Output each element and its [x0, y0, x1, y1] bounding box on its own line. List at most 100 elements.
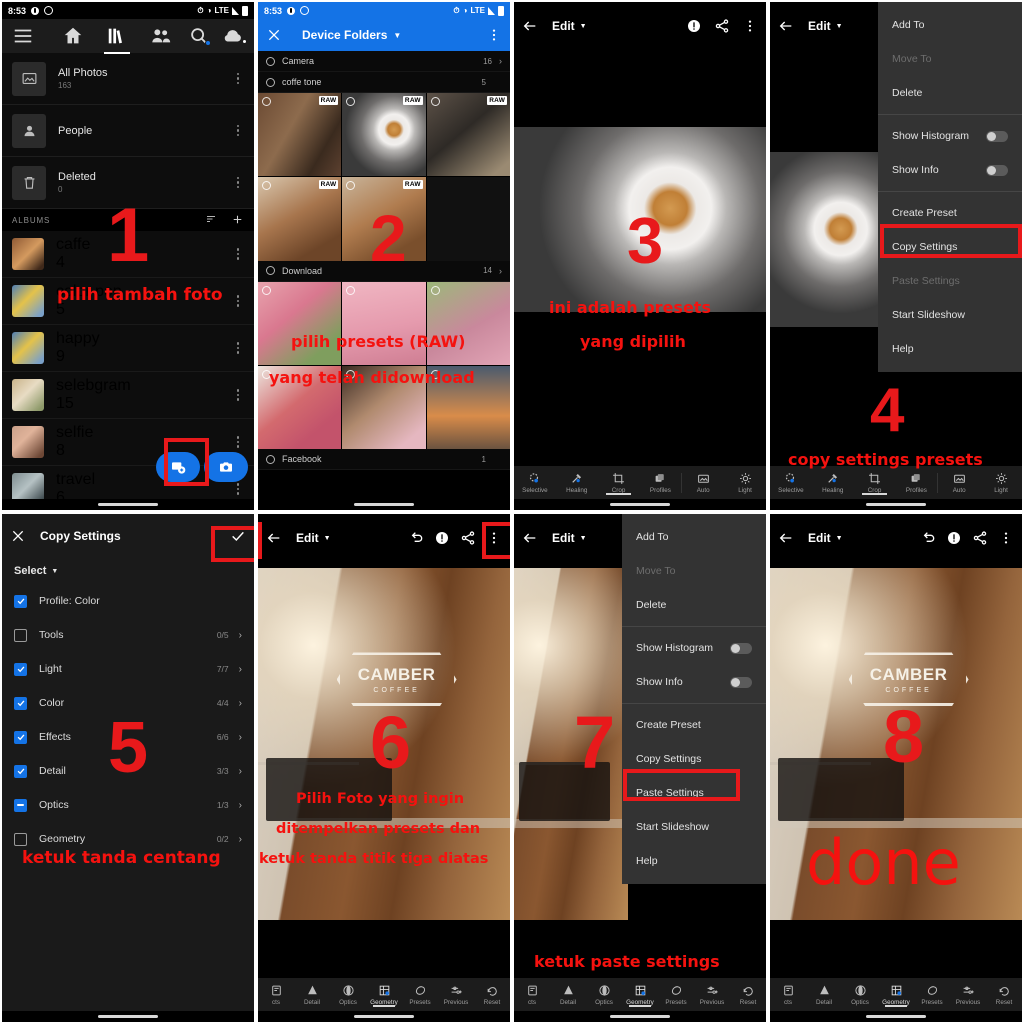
info-icon[interactable] — [946, 530, 962, 546]
folder-row-facebook[interactable]: Facebook 1 — [258, 449, 510, 471]
home-icon[interactable] — [62, 25, 84, 47]
toggle-switch[interactable] — [986, 164, 1008, 176]
tool-geometry[interactable]: Geometry — [622, 984, 658, 1007]
tool-previous[interactable]: Previous — [438, 984, 474, 1006]
nav-pill[interactable] — [866, 503, 926, 506]
tool-light[interactable]: Light — [724, 472, 766, 494]
info-icon[interactable] — [434, 530, 450, 546]
chevron-right-icon[interactable]: › — [239, 800, 242, 811]
photo-thumbnail[interactable] — [258, 281, 342, 366]
tool-optics[interactable]: Optics — [586, 984, 622, 1006]
tool-presets[interactable]: Presets — [914, 984, 950, 1006]
overflow-menu-icon[interactable] — [998, 530, 1014, 546]
checkbox-checked-icon[interactable] — [14, 662, 27, 676]
dropdown-caret-icon[interactable]: ▼ — [393, 31, 401, 40]
nav-pill[interactable] — [610, 1015, 670, 1018]
row-overflow-icon[interactable] — [232, 71, 244, 87]
chevron-right-icon[interactable]: › — [499, 56, 502, 66]
setting-row-profile-color[interactable]: Profile: Color — [2, 584, 254, 618]
chevron-right-icon[interactable]: › — [239, 732, 242, 743]
undo-icon[interactable] — [920, 530, 936, 546]
folder-radio-icon[interactable] — [266, 266, 275, 276]
dropdown-caret-icon[interactable]: ▼ — [324, 535, 331, 542]
overflow-menu-icon[interactable] — [742, 18, 758, 34]
row-overflow-icon[interactable] — [232, 123, 244, 139]
photo-thumbnail[interactable] — [426, 281, 510, 366]
tool-optics[interactable]: Optics — [842, 984, 878, 1006]
dropdown-caret-icon[interactable]: ▼ — [836, 23, 843, 30]
checkbox-unchecked-icon[interactable] — [14, 628, 27, 642]
tool-healing[interactable]: Healing — [556, 472, 598, 494]
chevron-right-icon[interactable]: › — [239, 766, 242, 777]
add-album-icon[interactable] — [231, 213, 244, 228]
menu-item-add-to[interactable]: Add To — [878, 8, 1022, 42]
album-overflow-icon[interactable] — [232, 481, 244, 497]
search-icon[interactable] — [188, 25, 211, 47]
tool-profiles[interactable]: Profiles — [895, 472, 937, 494]
back-arrow-icon[interactable] — [778, 530, 794, 546]
tool-presets[interactable]: Presets — [658, 984, 694, 1006]
chevron-right-icon[interactable]: › — [239, 630, 242, 641]
photo-thumbnail[interactable]: RAW — [342, 93, 426, 177]
select-radio-icon[interactable] — [346, 181, 356, 191]
close-icon[interactable] — [266, 27, 282, 43]
select-radio-icon[interactable] — [346, 285, 356, 295]
chevron-right-icon[interactable]: › — [239, 834, 242, 845]
checkbox-checked-icon[interactable] — [14, 730, 27, 744]
tool-effects[interactable]: cts — [258, 984, 294, 1006]
tool-crop[interactable]: Crop — [598, 472, 640, 495]
tool-profiles[interactable]: Profiles — [639, 472, 681, 494]
tool-selective[interactable]: Selective — [770, 472, 812, 494]
tool-detail[interactable]: Detail — [294, 984, 330, 1006]
tool-crop[interactable]: Crop — [854, 472, 896, 495]
dropdown-caret-icon[interactable]: ▼ — [580, 535, 587, 542]
camera-button[interactable] — [204, 452, 248, 482]
select-radio-icon[interactable] — [262, 181, 271, 191]
chevron-right-icon[interactable]: › — [239, 664, 242, 675]
toggle-switch[interactable] — [730, 676, 752, 688]
tool-detail[interactable]: Detail — [806, 984, 842, 1006]
tool-geometry[interactable]: Geometry — [878, 984, 914, 1007]
nav-pill[interactable] — [98, 1015, 158, 1018]
folder-radio-icon[interactable] — [266, 454, 275, 464]
nav-pill[interactable] — [354, 503, 414, 506]
menu-icon[interactable] — [12, 25, 34, 47]
folder-radio-icon[interactable] — [266, 77, 275, 87]
back-arrow-icon[interactable] — [778, 18, 794, 34]
share-icon[interactable] — [460, 530, 476, 546]
toggle-switch[interactable] — [986, 130, 1008, 142]
tool-geometry[interactable]: Geometry — [366, 984, 402, 1007]
dropdown-caret-icon[interactable]: ▼ — [836, 535, 843, 542]
tool-reset[interactable]: Reset — [474, 984, 510, 1006]
library-icon[interactable] — [104, 25, 130, 54]
menu-item-start-slideshow[interactable]: Start Slideshow — [622, 810, 766, 844]
row-all-photos[interactable]: All Photos 163 — [2, 53, 254, 105]
album-overflow-icon[interactable] — [232, 246, 244, 262]
share-icon[interactable] — [714, 18, 730, 34]
row-people[interactable]: People — [2, 105, 254, 157]
checkbox-checked-icon[interactable] — [14, 594, 27, 608]
dropdown-caret-icon[interactable]: ▼ — [580, 23, 587, 30]
info-icon[interactable] — [686, 18, 702, 34]
menu-item-show-info[interactable]: Show Info — [878, 153, 1022, 187]
photo-thumbnail[interactable]: RAW — [258, 177, 342, 261]
album-overflow-icon[interactable] — [232, 434, 244, 450]
menu-item-help[interactable]: Help — [622, 844, 766, 878]
menu-item-show-histogram[interactable]: Show Histogram — [878, 119, 1022, 153]
edit-photo-canvas[interactable] — [770, 152, 884, 327]
album-overflow-icon[interactable] — [232, 293, 244, 309]
share-icon[interactable] — [972, 530, 988, 546]
select-radio-icon[interactable] — [262, 97, 271, 106]
select-radio-icon[interactable] — [262, 285, 271, 295]
album-row[interactable]: happy 9 — [2, 325, 254, 372]
tool-reset[interactable]: Reset — [730, 984, 766, 1006]
checkbox-checked-icon[interactable] — [14, 764, 27, 778]
photo-thumbnail[interactable] — [342, 281, 426, 366]
tool-healing[interactable]: Healing — [812, 472, 854, 494]
tool-previous[interactable]: Previous — [950, 984, 986, 1006]
tool-auto[interactable]: Auto — [682, 472, 724, 494]
menu-item-start-slideshow[interactable]: Start Slideshow — [878, 298, 1022, 332]
tool-light[interactable]: Light — [980, 472, 1022, 494]
menu-item-help[interactable]: Help — [878, 332, 1022, 366]
album-row[interactable]: selebgram 15 — [2, 372, 254, 419]
